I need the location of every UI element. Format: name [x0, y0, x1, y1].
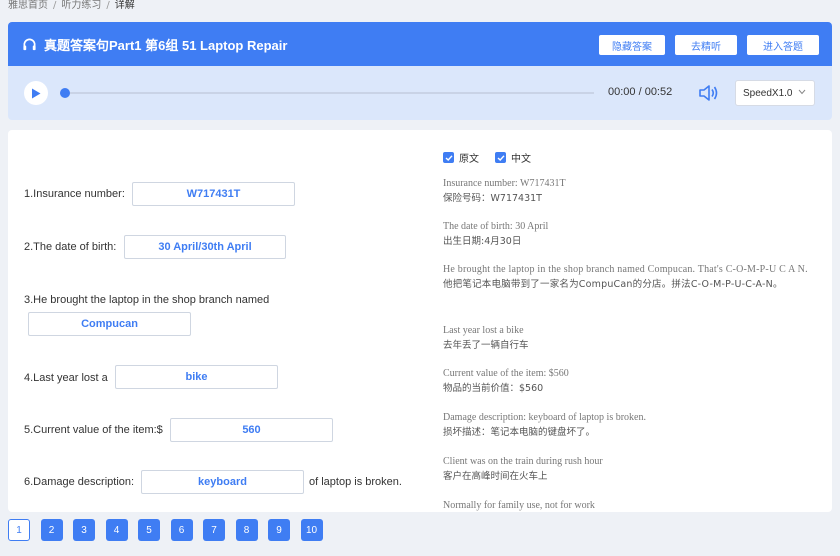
- page-button-7[interactable]: 7: [203, 519, 225, 541]
- transcript-item: Damage description: keyboard of laptop i…: [443, 410, 823, 440]
- breadcrumb-home[interactable]: 雅思首页: [8, 0, 48, 11]
- question-1-label: 1.Insurance number:: [24, 188, 125, 200]
- speed-select[interactable]: SpeedX1.0: [735, 80, 815, 106]
- page-button-5[interactable]: 5: [138, 519, 160, 541]
- question-2-label: 2.The date of birth:: [24, 241, 117, 253]
- answer-6-field[interactable]: keyboard: [141, 470, 304, 494]
- content-panel: 1.Insurance number: W717431T 2.The date …: [8, 130, 832, 512]
- headphones-icon: [22, 36, 38, 52]
- check-icon: [445, 154, 453, 161]
- transcript-item: Normally for family use, not for work: [443, 498, 823, 512]
- play-icon: [32, 88, 41, 98]
- answer-5-field[interactable]: 560: [170, 418, 333, 442]
- question-6-label: 6.Damage description:: [24, 476, 135, 488]
- original-text-label: 原文: [459, 154, 479, 165]
- play-button[interactable]: [24, 81, 48, 105]
- start-answer-button[interactable]: 进入答题: [747, 35, 819, 55]
- breadcrumb-separator: /: [53, 0, 57, 11]
- page-button-9[interactable]: 9: [268, 519, 290, 541]
- answer-2-field[interactable]: 30 April/30th April: [124, 235, 286, 259]
- transcript-en: The date of birth: 30 April: [443, 221, 549, 232]
- audio-player: 00:00 / 00:52 SpeedX1.0: [8, 66, 832, 120]
- chinese-label: 中文: [511, 154, 531, 165]
- volume-icon[interactable]: [698, 83, 720, 103]
- page-button-1[interactable]: 1: [8, 519, 30, 541]
- speed-value: SpeedX1.0: [743, 87, 793, 99]
- page-button-2[interactable]: 2: [40, 519, 63, 541]
- transcript-item: The date of birth: 30 April 出生日期:4月30日: [443, 219, 823, 249]
- original-text-checkbox[interactable]: [443, 152, 454, 163]
- transcript-zh: 出生日期:4月30日: [443, 236, 522, 247]
- transcript-item: Current value of the item: $560 物品的当前价值：…: [443, 366, 823, 396]
- time-display: 00:00 / 00:52: [608, 86, 673, 98]
- transcript-zh: 客户在高峰时间在火车上: [443, 471, 548, 482]
- question-6-suffix: of laptop is broken.: [309, 476, 402, 488]
- transcript-zh: 物品的当前价值：$560: [443, 383, 544, 394]
- page-button-4[interactable]: 4: [105, 519, 128, 541]
- breadcrumb-listening[interactable]: 听力练习: [61, 0, 101, 11]
- intensive-listening-button[interactable]: 去精听: [675, 35, 737, 55]
- check-icon: [497, 154, 505, 161]
- transcript-en: Current value of the item: $560: [443, 368, 569, 379]
- transcript-en: Client was on the train during rush hour: [443, 456, 603, 467]
- transcript-zh: 他把笔记本电脑带到了一家名为CompuCan的分店。拼法C-O-M-P-U-C-…: [443, 279, 783, 290]
- page-button-8[interactable]: 8: [235, 519, 258, 541]
- answer-4-field[interactable]: bike: [115, 365, 278, 389]
- question-pagination: 1 2 3 4 5 6 7 8 9 10: [8, 519, 333, 541]
- progress-knob[interactable]: [60, 88, 70, 98]
- hide-answer-button[interactable]: 隐藏答案: [599, 35, 665, 55]
- transcript-zh: 保险号码：W717431T: [443, 193, 542, 204]
- transcript-item: Last year lost a bike 去年丢了一辆自行车: [443, 323, 823, 353]
- answer-3-field[interactable]: Compucan: [28, 312, 191, 336]
- transcript-en: Insurance number: W717431T: [443, 178, 566, 189]
- question-4-label: 4.Last year lost a: [24, 372, 108, 384]
- page-button-6[interactable]: 6: [170, 519, 193, 541]
- chevron-down-icon: [798, 89, 806, 95]
- transcript-item: Client was on the train during rush hour…: [443, 454, 823, 484]
- page-button-10[interactable]: 10: [300, 519, 323, 541]
- question-3-label: 3.He brought the laptop in the shop bran…: [24, 294, 270, 306]
- transcript-en: Damage description: keyboard of laptop i…: [443, 412, 646, 423]
- transcript-en: Last year lost a bike: [443, 325, 524, 336]
- page-button-3[interactable]: 3: [73, 519, 95, 541]
- transcript-item: He brought the laptop in the shop branch…: [443, 262, 823, 292]
- transcript-zh: 去年丢了一辆自行车: [443, 340, 529, 351]
- progress-track[interactable]: [60, 92, 594, 94]
- answer-1-field[interactable]: W717431T: [132, 182, 295, 206]
- transcript-en: He brought the laptop in the shop branch…: [443, 264, 808, 275]
- transcript-item: Insurance number: W717431T 保险号码：W717431T: [443, 176, 823, 206]
- chinese-checkbox[interactable]: [495, 152, 506, 163]
- breadcrumb: 雅思首页 / 听力练习 / 详解: [8, 0, 135, 14]
- breadcrumb-current: 详解: [114, 0, 135, 11]
- transcript-en: Normally for family use, not for work: [443, 500, 595, 511]
- question-5-label: 5.Current value of the item:$: [24, 424, 163, 436]
- page-title: 真题答案句Part1 第6组 51 Laptop Repair: [44, 37, 288, 53]
- page-header: 真题答案句Part1 第6组 51 Laptop Repair 隐藏答案 去精听…: [8, 22, 832, 66]
- transcript-zh: 损坏描述：笔记本电脑的键盘坏了。: [443, 427, 596, 438]
- breadcrumb-separator: /: [106, 0, 110, 11]
- display-options: 原文 中文: [443, 150, 547, 165]
